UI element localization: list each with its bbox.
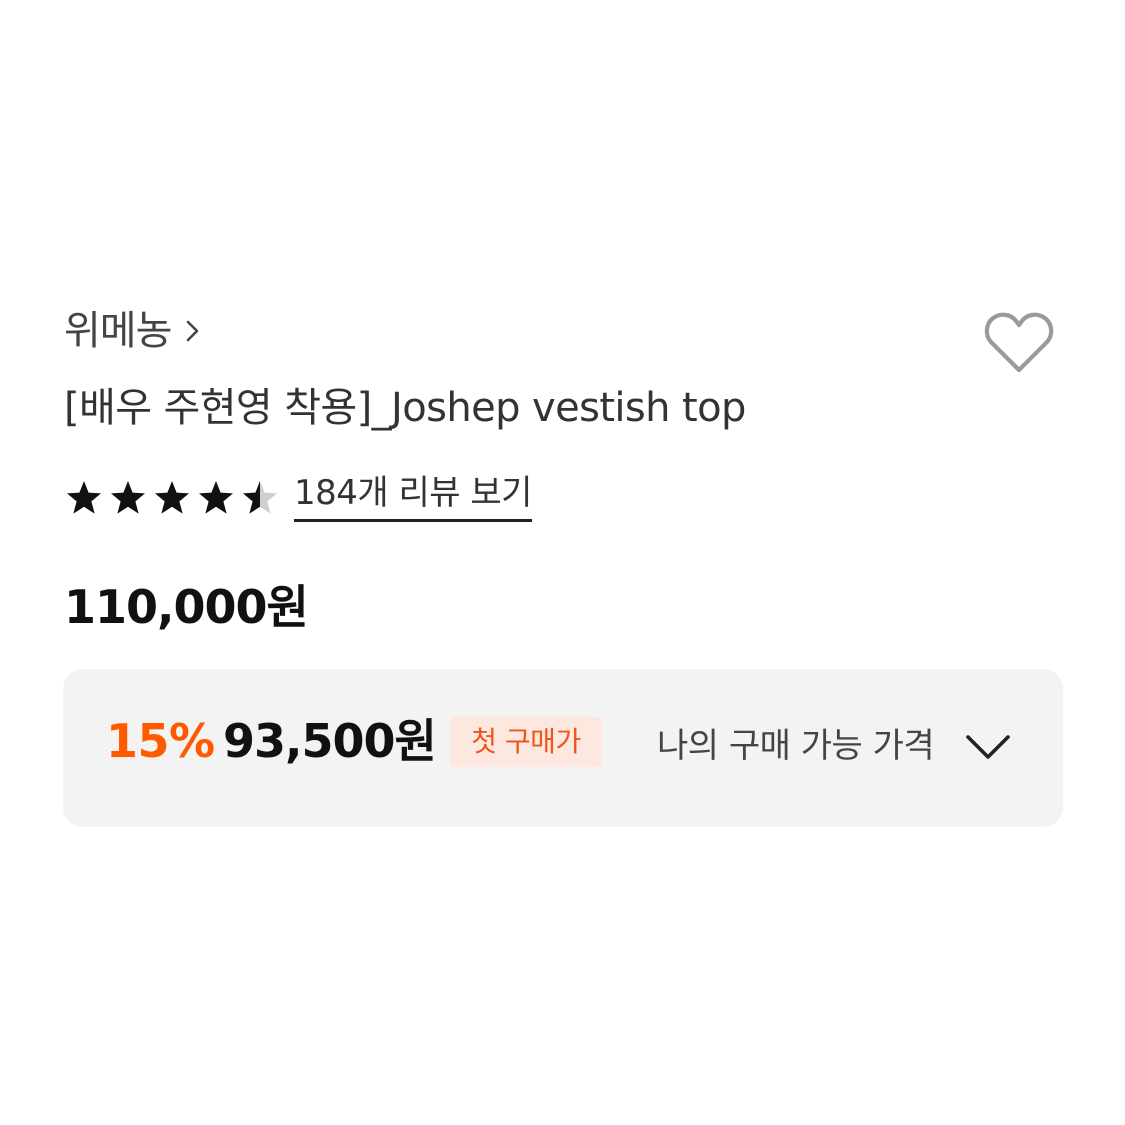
original-price: 110,000원 — [64, 580, 309, 634]
my-price-label: 나의 구매 가능 가격 — [657, 726, 935, 766]
discount-price: 93,500원 — [223, 714, 437, 768]
star-icon — [111, 481, 145, 514]
star-icon — [155, 481, 189, 514]
star-icon — [67, 481, 101, 514]
star-icon — [199, 481, 233, 514]
my-price-dropdown[interactable]: 15% 93,500원 첫 구매가 나의 구매 가능 가격 — [63, 669, 1063, 827]
half-star-icon — [243, 481, 277, 514]
wishlist-button[interactable] — [978, 306, 1060, 378]
discount-rate: 15% — [106, 714, 215, 768]
star-rating — [64, 476, 280, 516]
brand-name: 위메농 — [64, 308, 172, 354]
heart-outline-icon — [984, 312, 1054, 373]
chevron-right-icon — [185, 316, 207, 346]
product-title: [배우 주현영 착용]_Joshep vestish top — [64, 385, 746, 431]
chevron-down-icon[interactable] — [963, 731, 1013, 763]
brand-link[interactable]: 위메농 — [64, 304, 207, 358]
rating-row: 184개 리뷰 보기 — [64, 468, 532, 524]
review-link[interactable]: 184개 리뷰 보기 — [294, 471, 532, 522]
first-purchase-badge: 첫 구매가 — [450, 717, 602, 767]
